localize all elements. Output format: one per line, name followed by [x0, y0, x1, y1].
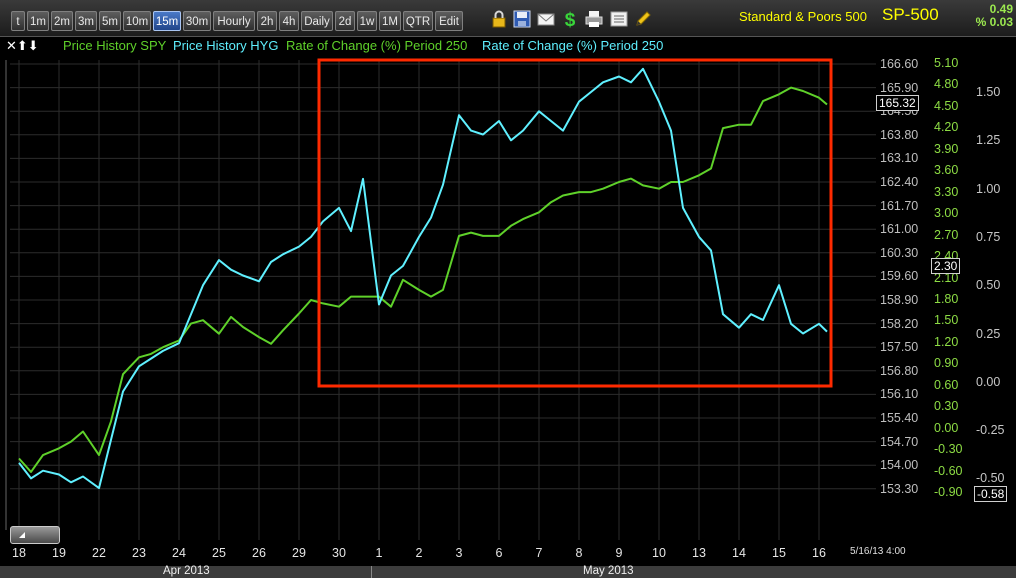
timeframe-button-15m[interactable]: 15m	[153, 11, 181, 31]
spy-roc-axis-tick: -0.30	[934, 442, 963, 457]
x-axis-tick: 19	[52, 546, 66, 560]
hyg-roc-axis-tick: 1.00	[976, 181, 1001, 196]
timeframe-button-2h[interactable]: 2h	[257, 11, 277, 31]
x-axis-tick: 10	[652, 546, 666, 560]
spy-roc-axis-tick: 1.80	[934, 291, 959, 306]
timeframe-button-2d[interactable]: 2d	[335, 11, 355, 31]
spy-roc-axis-tick: 4.50	[934, 98, 959, 113]
timeframe-button-t[interactable]: t	[11, 11, 25, 31]
hyg-roc-axis-tick: 0.50	[976, 278, 1001, 293]
spy-roc-axis-tick: 1.20	[934, 334, 959, 349]
month-bar	[0, 566, 1016, 578]
x-axis-tick: 25	[212, 546, 226, 560]
spy-roc-axis-tick: 3.90	[934, 141, 959, 156]
spy-roc-axis-tick: 4.20	[934, 120, 959, 135]
chart-plot-area[interactable]	[0, 0, 1016, 578]
price-axis-tick: 154.70	[880, 434, 919, 449]
series-group	[18, 67, 828, 490]
price-axis-tick: 161.00	[880, 222, 919, 237]
price-axis-tick: 157.50	[880, 340, 919, 355]
x-axis-tick: 1	[375, 546, 383, 560]
price-axis-tick: 158.20	[880, 316, 919, 331]
x-axis-tick: 22	[92, 546, 106, 560]
x-axis-tick: 13	[692, 546, 706, 560]
spy-roc-axis-tick: 0.90	[934, 356, 959, 371]
timeframe-button-3m[interactable]: 3m	[75, 11, 97, 31]
timeframe-button-edit[interactable]: Edit	[435, 11, 463, 31]
x-axis-tick: 9	[615, 546, 623, 560]
x-axis-tick: 8	[575, 546, 583, 560]
spy-roc-axis-tick: -0.60	[934, 463, 963, 478]
hyg-roc-axis-tick: -0.25	[976, 423, 1005, 438]
x-axis-tick: 14	[732, 546, 746, 560]
timeframe-button-daily[interactable]: Daily	[301, 11, 333, 31]
month-divider	[371, 566, 372, 578]
scroll-handle[interactable]	[10, 526, 60, 544]
spy-roc-axis-tick: 0.60	[934, 377, 959, 392]
timeframe-button-hourly[interactable]: Hourly	[213, 11, 255, 31]
spy-roc-axis-tick: 3.30	[934, 184, 959, 199]
timeframe-button-1m[interactable]: 1M	[379, 11, 401, 31]
price-axis-tick: 160.30	[880, 245, 919, 260]
hyg-roc-axis-tick: 1.25	[976, 133, 1001, 148]
price-axis-tick: 162.40	[880, 175, 919, 189]
hyg-roc-axis-tick: 0.00	[976, 374, 1001, 389]
timeframe-button-5m[interactable]: 5m	[99, 11, 121, 31]
spy-roc-axis-tick: 5.10	[934, 56, 959, 70]
month-label-apr: Apr 2013	[163, 565, 210, 577]
spy-roc-axis-tick: 1.50	[934, 313, 959, 328]
price-axis-tick: 156.10	[880, 387, 919, 402]
timeframe-button-1w[interactable]: 1w	[357, 11, 377, 31]
x-axis-tick: 3	[455, 546, 463, 560]
current-price-tag: 165.32	[876, 95, 919, 111]
spy-price-line	[18, 86, 828, 473]
spy-roc-axis-tick: 3.00	[934, 206, 959, 221]
timeframe-button-4h[interactable]: 4h	[279, 11, 299, 31]
price-axis-tick: 153.30	[880, 481, 919, 496]
price-axis-tick: 163.10	[880, 151, 919, 166]
price-axis-tick: 156.80	[880, 363, 919, 378]
timestamp-label: 5/16/13 4:00	[850, 546, 906, 557]
timeframe-button-qtr[interactable]: QTR	[403, 11, 433, 31]
current-spy-roc-tag: 2.30	[931, 258, 961, 274]
spy-roc-axis-tick: 2.70	[934, 227, 959, 242]
x-axis-tick: 24	[172, 546, 186, 560]
price-axis-tick: 166.60	[880, 57, 919, 71]
price-axis-tick: 159.60	[880, 269, 919, 284]
spy-roc-axis-tick: 4.80	[934, 77, 959, 92]
price-axis-tick: 161.70	[880, 198, 919, 213]
scroll-arrow-icon	[19, 532, 25, 538]
x-axis-tick: 23	[132, 546, 146, 560]
hyg-roc-axis-tick: 0.25	[976, 326, 1001, 341]
hyg-price-line	[18, 67, 828, 490]
x-axis-tick: 15	[772, 546, 786, 560]
x-axis-tick: 29	[292, 546, 306, 560]
spy-roc-axis-tick: 3.60	[934, 163, 959, 178]
price-axis-tick: 154.00	[880, 458, 919, 473]
x-axis-tick: 18	[12, 546, 26, 560]
price-axis-tick: 158.90	[880, 293, 919, 307]
current-hyg-roc-tag: -0.58	[974, 486, 1008, 502]
x-axis-tick: 26	[252, 546, 266, 560]
x-axis-tick: 30	[332, 546, 346, 560]
x-axis-tick: 2	[415, 546, 423, 560]
timeframe-button-2m[interactable]: 2m	[51, 11, 73, 31]
x-axis-tick: 16	[812, 546, 826, 560]
price-axis-tick: 165.90	[880, 80, 919, 95]
x-axis-tick: 7	[535, 546, 543, 560]
x-axis-tick: 6	[495, 546, 503, 560]
timeframe-button-1m[interactable]: 1m	[27, 11, 49, 31]
grid-lines	[10, 60, 876, 540]
timeframe-button-30m[interactable]: 30m	[183, 11, 211, 31]
spy-roc-axis-tick: 0.00	[934, 420, 959, 435]
timeframe-button-10m[interactable]: 10m	[123, 11, 151, 31]
hyg-roc-axis-tick: 0.75	[976, 229, 1001, 244]
hyg-roc-axis-tick: 1.50	[976, 85, 1001, 99]
price-axis-tick: 163.80	[880, 127, 919, 142]
price-axis-tick: 155.40	[880, 411, 919, 425]
spy-roc-axis-tick: -0.90	[934, 485, 963, 499]
spy-roc-axis-tick: 0.30	[934, 399, 959, 414]
hyg-roc-axis-tick: -0.50	[976, 471, 1005, 486]
month-label-may: May 2013	[583, 565, 634, 577]
